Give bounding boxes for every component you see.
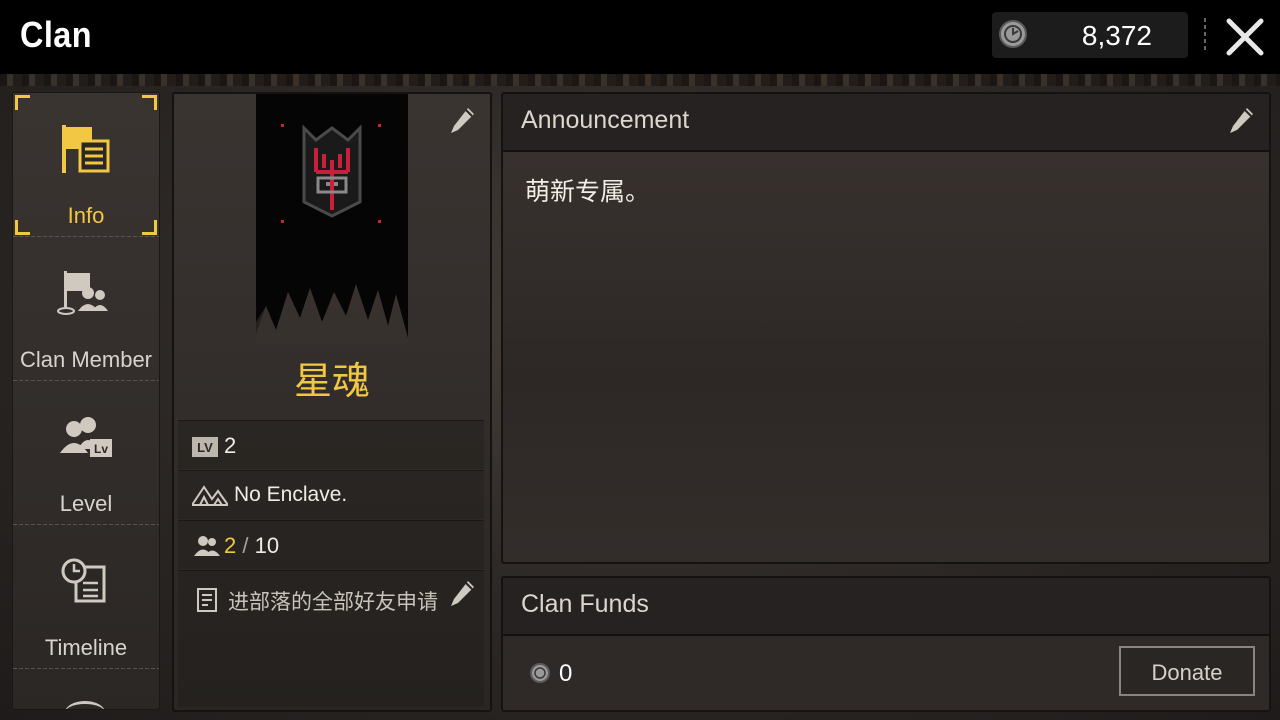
edit-banner-pencil-icon[interactable] <box>448 106 476 136</box>
nav-item-clan-member[interactable]: Clan Member <box>13 237 159 381</box>
selection-corner <box>142 95 157 110</box>
svg-text:LV: LV <box>197 440 213 455</box>
clan-members-row: 2 / 10 <box>178 520 484 569</box>
mountain-icon <box>192 485 228 506</box>
clan-funds-header: Clan Funds <box>503 578 1269 636</box>
nav-label: Level <box>59 491 113 516</box>
edit-announcement-pencil-icon[interactable] <box>1227 106 1255 136</box>
announcement-text: 萌新专属。 <box>525 178 651 206</box>
announcement-heading: Announcement <box>521 106 690 134</box>
selection-corner <box>15 95 30 110</box>
clan-enclave-text: No Enclave. <box>234 483 348 506</box>
svg-text:Lv: Lv <box>94 442 108 456</box>
level-badge-icon: LV <box>192 437 218 457</box>
members-separator: / <box>242 533 249 558</box>
announcement-panel: Announcement 萌新专属。 <box>501 92 1271 564</box>
document-icon <box>197 588 217 612</box>
nav-item-info[interactable]: Info <box>13 93 159 237</box>
top-bar: Clan 8,372 <box>0 0 1280 74</box>
nav-label: Clan Member <box>19 347 153 372</box>
divider <box>1204 18 1206 52</box>
coin-icon <box>530 663 550 683</box>
side-nav: Info Clan Member Lv Level Timeline <box>12 92 160 710</box>
flag-members-icon <box>57 271 108 315</box>
divider <box>13 668 159 669</box>
page-title: Clan <box>20 14 93 55</box>
nav-more-icon <box>65 701 105 709</box>
nav-item-timeline[interactable]: Timeline <box>13 525 159 669</box>
currency-amount: 8,372 <box>1081 20 1152 51</box>
clan-funds-panel: Clan Funds 0 Donate <box>501 576 1271 712</box>
announcement-header: Announcement <box>503 94 1269 152</box>
clan-name: 星魂 <box>293 361 370 403</box>
clan-funds-heading: Clan Funds <box>521 590 649 618</box>
clan-info-panel: 星魂 LV 2 No Enclave. 2 / 10 进部落的全部好友申请 <box>172 92 492 712</box>
clan-enclave-row: No Enclave. <box>178 470 484 519</box>
nav-label: Timeline <box>44 635 128 660</box>
coin-icon <box>999 20 1027 48</box>
donate-button[interactable]: Donate <box>1119 646 1255 696</box>
members-max: 10 <box>254 533 280 558</box>
clan-banner <box>256 94 408 344</box>
edit-description-pencil-icon[interactable] <box>448 579 476 609</box>
currency-display: 8,372 <box>992 12 1188 58</box>
nav-label: Info <box>67 203 105 228</box>
members-icon <box>194 536 220 556</box>
members-current: 2 <box>224 533 237 558</box>
clan-members-count: 2 / 10 <box>224 533 279 559</box>
clan-funds-amount: 0 <box>559 660 573 687</box>
members-level-icon: Lv <box>60 417 112 457</box>
clan-level-row: LV 2 <box>178 420 484 469</box>
torn-edge-decoration <box>0 66 1280 86</box>
clan-level-value: 2 <box>224 433 237 458</box>
nav-item-level[interactable]: Lv Level <box>13 381 159 525</box>
clock-document-icon <box>61 558 106 603</box>
flag-document-icon <box>62 125 110 173</box>
close-icon[interactable] <box>1224 16 1266 58</box>
clan-description-text: 进部落的全部好友申请 <box>228 591 438 614</box>
clan-description-row: 进部落的全部好友申请 <box>178 570 484 707</box>
